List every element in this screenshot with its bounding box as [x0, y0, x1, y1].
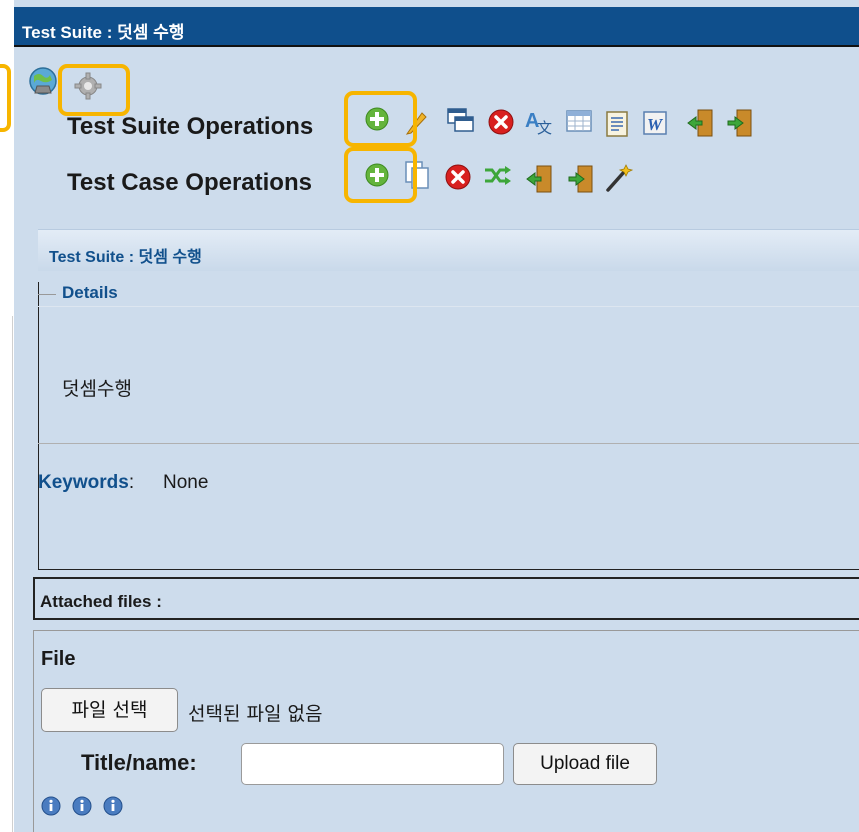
details-legend: Details [62, 283, 118, 302]
case-operations-label: Test Case Operations [67, 169, 312, 196]
table-icon[interactable] [566, 110, 592, 132]
gear-highlight [58, 64, 130, 116]
left-divider [12, 316, 13, 832]
file-label: File [41, 648, 76, 670]
document-icon[interactable] [606, 111, 628, 137]
attached-files-header: Attached files : [33, 577, 859, 620]
delete-icon[interactable] [488, 109, 514, 135]
export-icon[interactable] [566, 164, 594, 194]
case-add-highlight [344, 147, 417, 203]
choose-file-button[interactable]: 파일 선택 [41, 688, 178, 732]
upload-file-button[interactable]: Upload file [513, 743, 657, 785]
suite-add-highlight [344, 91, 417, 147]
svg-text:文: 文 [537, 119, 552, 135]
info-icon[interactable] [103, 796, 123, 816]
import-icon[interactable] [686, 108, 714, 138]
export-icon[interactable] [725, 108, 753, 138]
shuffle-icon[interactable] [484, 165, 512, 187]
svg-text:W: W [647, 115, 664, 134]
keywords-label: Keywords: [38, 472, 135, 493]
info-icon[interactable] [72, 796, 92, 816]
details-fieldset [38, 282, 859, 570]
info-icon[interactable] [41, 796, 61, 816]
legend-rule [38, 306, 859, 307]
details-divider [38, 443, 859, 444]
left-highlight-frame [0, 64, 11, 132]
page-title: Test Suite : 덧셈 수행 [22, 23, 185, 42]
section-title-bar: Test Suite : 덧셈 수행 [38, 229, 859, 271]
title-name-input[interactable] [241, 743, 504, 785]
section-title: Test Suite : 덧셈 수행 [49, 249, 202, 266]
keywords-value: None [163, 472, 209, 493]
suite-operations-label: Test Suite Operations [67, 113, 314, 140]
import-icon[interactable] [525, 164, 553, 194]
word-export-icon[interactable]: W [643, 110, 671, 136]
globe-icon[interactable] [28, 66, 58, 96]
copy-window-icon[interactable] [447, 108, 475, 134]
legend-line [38, 294, 56, 295]
no-file-chosen-text: 선택된 파일 없음 [188, 703, 323, 725]
delete-icon[interactable] [445, 164, 471, 190]
suite-description: 덧셈수행 [62, 379, 132, 400]
attached-files-label: Attached files : [40, 592, 162, 611]
title-name-label: Title/name: [81, 750, 197, 775]
page-title-bar: Test Suite : 덧셈 수행 [14, 7, 859, 47]
magic-wand-icon[interactable] [605, 163, 633, 193]
translate-icon[interactable]: A 文 [524, 107, 552, 135]
